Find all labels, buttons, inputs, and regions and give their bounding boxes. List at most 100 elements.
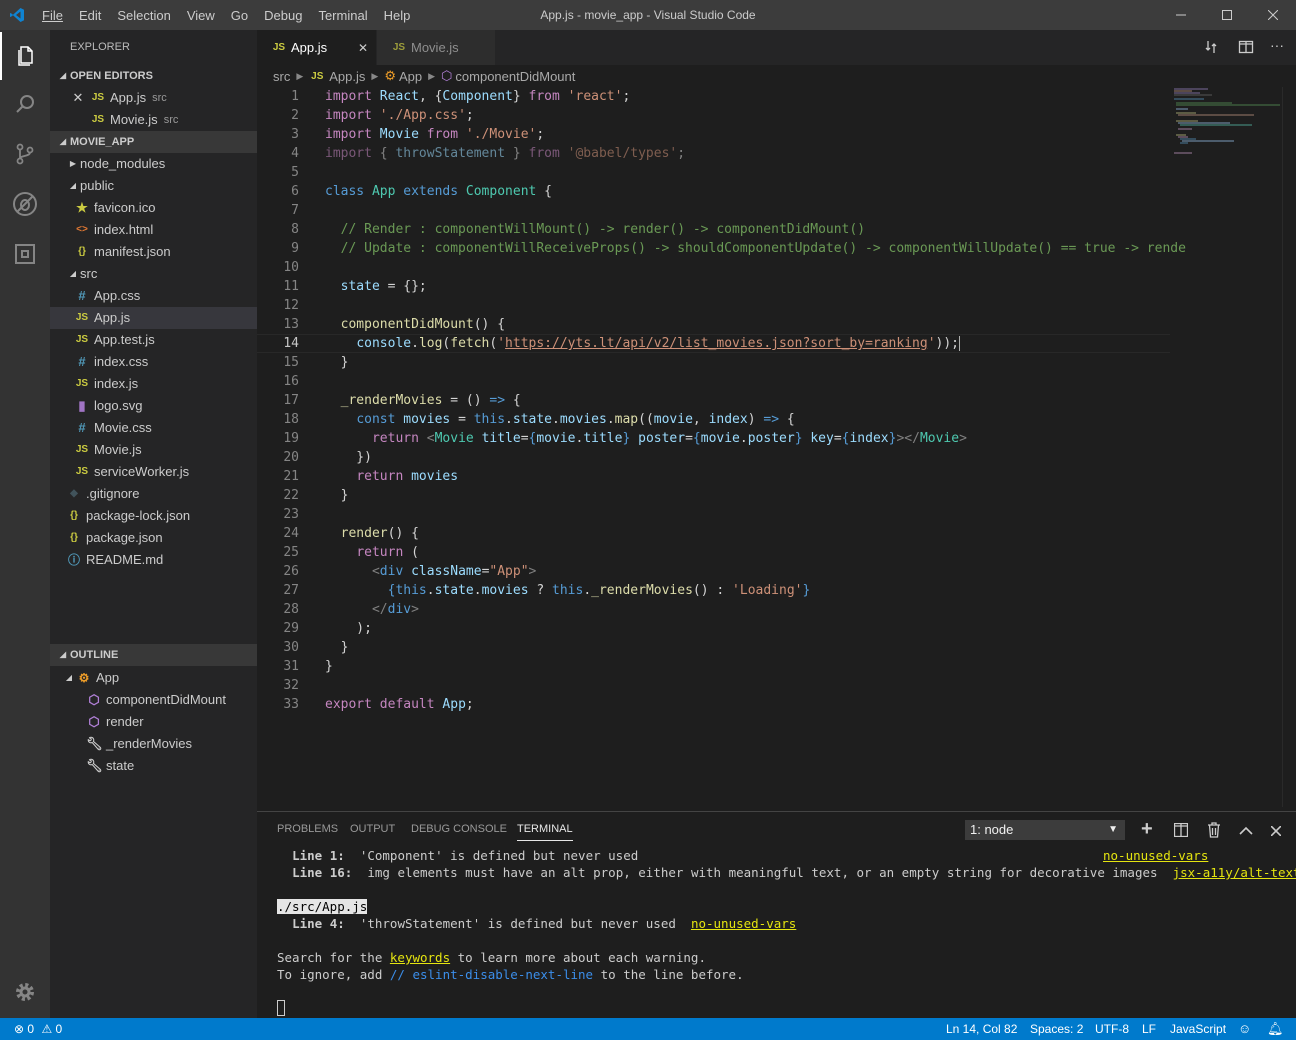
rule-link[interactable]: no-unused-vars [691,916,796,931]
tree-file-app-css[interactable]: # App.css [50,285,257,307]
close-icon[interactable]: ✕ [70,87,86,109]
menu-bar: File Edit Selection View Go Debug Termin… [34,0,418,30]
close-panel-icon[interactable] [1270,824,1282,839]
maximize-panel-icon[interactable] [1239,824,1253,839]
code-line: // Update : componentWillReceiveProps() … [325,241,1186,256]
tree-file-gitignore[interactable]: ◆ .gitignore [50,483,257,505]
tree-file-logo-svg[interactable]: ▮ logo.svg [50,395,257,417]
line-number: 17 [283,393,299,408]
language-mode[interactable]: JavaScript [1170,1018,1226,1040]
encoding[interactable]: UTF-8 [1095,1018,1129,1040]
menu-view[interactable]: View [179,8,223,23]
explorer-icon[interactable] [0,32,50,80]
tab-debug-console[interactable]: DEBUG CONSOLE [411,812,507,847]
breadcrumb-class[interactable]: App [399,69,422,84]
trash-icon[interactable] [1207,822,1221,841]
tree-file-manifest[interactable]: {} manifest.json [50,241,257,263]
code-line: _renderMovies = () => { [340,393,521,408]
indentation[interactable]: Spaces: 2 [1030,1018,1083,1040]
rule-link[interactable]: no-unused-vars [1103,847,1208,864]
problems-status[interactable]: ⊗ 0 ⚠ 0 [14,1018,62,1040]
terminal-select[interactable]: 1: node ▼ [965,820,1125,840]
notifications-bell-icon[interactable]: 🔔︎ [1267,1018,1284,1040]
open-editor-movie-js[interactable]: JS Movie.js src [50,109,257,131]
css-file-icon: # [78,420,86,435]
tab-output[interactable]: OUTPUT [350,812,395,847]
debug-icon[interactable] [0,180,50,228]
menu-go[interactable]: Go [223,8,256,23]
tree-file-movie-js[interactable]: JS Movie.js [50,439,257,461]
outline-header[interactable]: ◢ OUTLINE [50,644,257,666]
project-header[interactable]: ◢ MOVIE_APP [50,131,257,153]
breadcrumb-src[interactable]: src [273,69,290,84]
code-line: ); [325,621,372,636]
code-line: state = {}; [340,279,427,294]
tab-problems[interactable]: PROBLEMS [277,812,338,847]
outline-item-componentdidmount[interactable]: ⬡ componentDidMount [50,689,257,711]
line-number: 12 [283,298,299,313]
tree-file-app-js[interactable]: JS App.js [50,307,257,329]
new-terminal-icon[interactable]: + [1141,818,1153,841]
tree-file-favicon[interactable]: ★ favicon.ico [50,197,257,219]
menu-help[interactable]: Help [376,8,419,23]
outline-item-state[interactable]: 🔧︎ state [50,755,257,777]
split-terminal-icon[interactable] [1173,822,1189,840]
line-number: 21 [283,469,299,484]
breadcrumb-file[interactable]: App.js [329,69,365,84]
open-editor-app-js[interactable]: ✕ JS App.js src [50,87,257,109]
close-window-button[interactable] [1250,0,1296,30]
tree-file-package-lock[interactable]: {} package-lock.json [50,505,257,527]
chevron-right-icon: ▶ [296,70,304,81]
source-control-icon[interactable] [0,130,50,178]
menu-debug[interactable]: Debug [256,8,310,23]
tree-file-readme[interactable]: ⓘ README.md [50,549,257,571]
tree-file-package-json[interactable]: {} package.json [50,527,257,549]
menu-selection[interactable]: Selection [109,8,178,23]
menu-terminal[interactable]: Terminal [310,8,375,23]
settings-gear-icon[interactable] [0,968,50,1016]
keywords-link[interactable]: keywords [390,950,450,965]
json-file-icon: {} [70,510,78,521]
menu-edit[interactable]: Edit [71,8,109,23]
tree-file-index-html[interactable]: <> index.html [50,219,257,241]
tree-file-app-test-js[interactable]: JS App.test.js [50,329,257,351]
split-editor-icon[interactable] [1238,39,1254,58]
tab-app-js[interactable]: JS App.js ✕ [257,30,376,65]
extensions-icon[interactable] [0,230,50,278]
terminal-line: Line 16: img elements must have an alt p… [277,864,1296,881]
line-ending[interactable]: LF [1142,1018,1156,1040]
outline-item-rendermovies[interactable]: 🔧︎ _renderMovies [50,733,257,755]
open-editors-header[interactable]: ◢ OPEN EDITORS [50,65,257,87]
maximize-button[interactable] [1204,0,1250,30]
activity-bar [0,30,50,1018]
feedback-smiley-icon[interactable]: ☺ [1238,1018,1251,1040]
chevron-right-icon: ▶ [69,159,77,168]
cursor-position[interactable]: Ln 14, Col 82 [946,1018,1017,1040]
search-icon[interactable] [0,80,50,128]
rule-link[interactable]: jsx-a11y/alt-text [1173,865,1296,880]
js-file-icon: JS [75,378,89,389]
tab-movie-js[interactable]: JS Movie.js [377,30,495,65]
more-actions-icon[interactable]: ··· [1270,37,1284,53]
tree-file-serviceworker[interactable]: JS serviceWorker.js [50,461,257,483]
close-tab-icon[interactable]: ✕ [358,41,368,55]
tab-terminal[interactable]: TERMINAL [517,812,573,847]
code-line: } [325,659,333,674]
minimize-button[interactable] [1158,0,1204,30]
breadcrumb-method[interactable]: componentDidMount [455,69,575,84]
tree-file-index-js[interactable]: JS index.js [50,373,257,395]
outline-item-app[interactable]: ◢ ⚙ App [50,667,257,689]
code-line: console.log(fetch('https://yts.lt/api/v2… [356,336,960,351]
tree-folder-node-modules[interactable]: ▶ node_modules [50,153,257,175]
tree-file-index-css[interactable]: # index.css [50,351,257,373]
minimap[interactable] [1172,87,1282,807]
open-changes-icon[interactable] [1203,39,1219,58]
code-editor[interactable]: 1 2 3 4 5 6 7 8 9 10 11 12 13 14 15 16 1… [257,87,1186,807]
outline-item-render[interactable]: ⬡ render [50,711,257,733]
tree-file-movie-css[interactable]: # Movie.css [50,417,257,439]
menu-file[interactable]: File [34,8,71,23]
tree-folder-public[interactable]: ◢ public [50,175,257,197]
tree-folder-src[interactable]: ◢ src [50,263,257,285]
editor-scrollbar[interactable] [1282,87,1296,807]
code-line: import './App.css'; [325,108,474,123]
